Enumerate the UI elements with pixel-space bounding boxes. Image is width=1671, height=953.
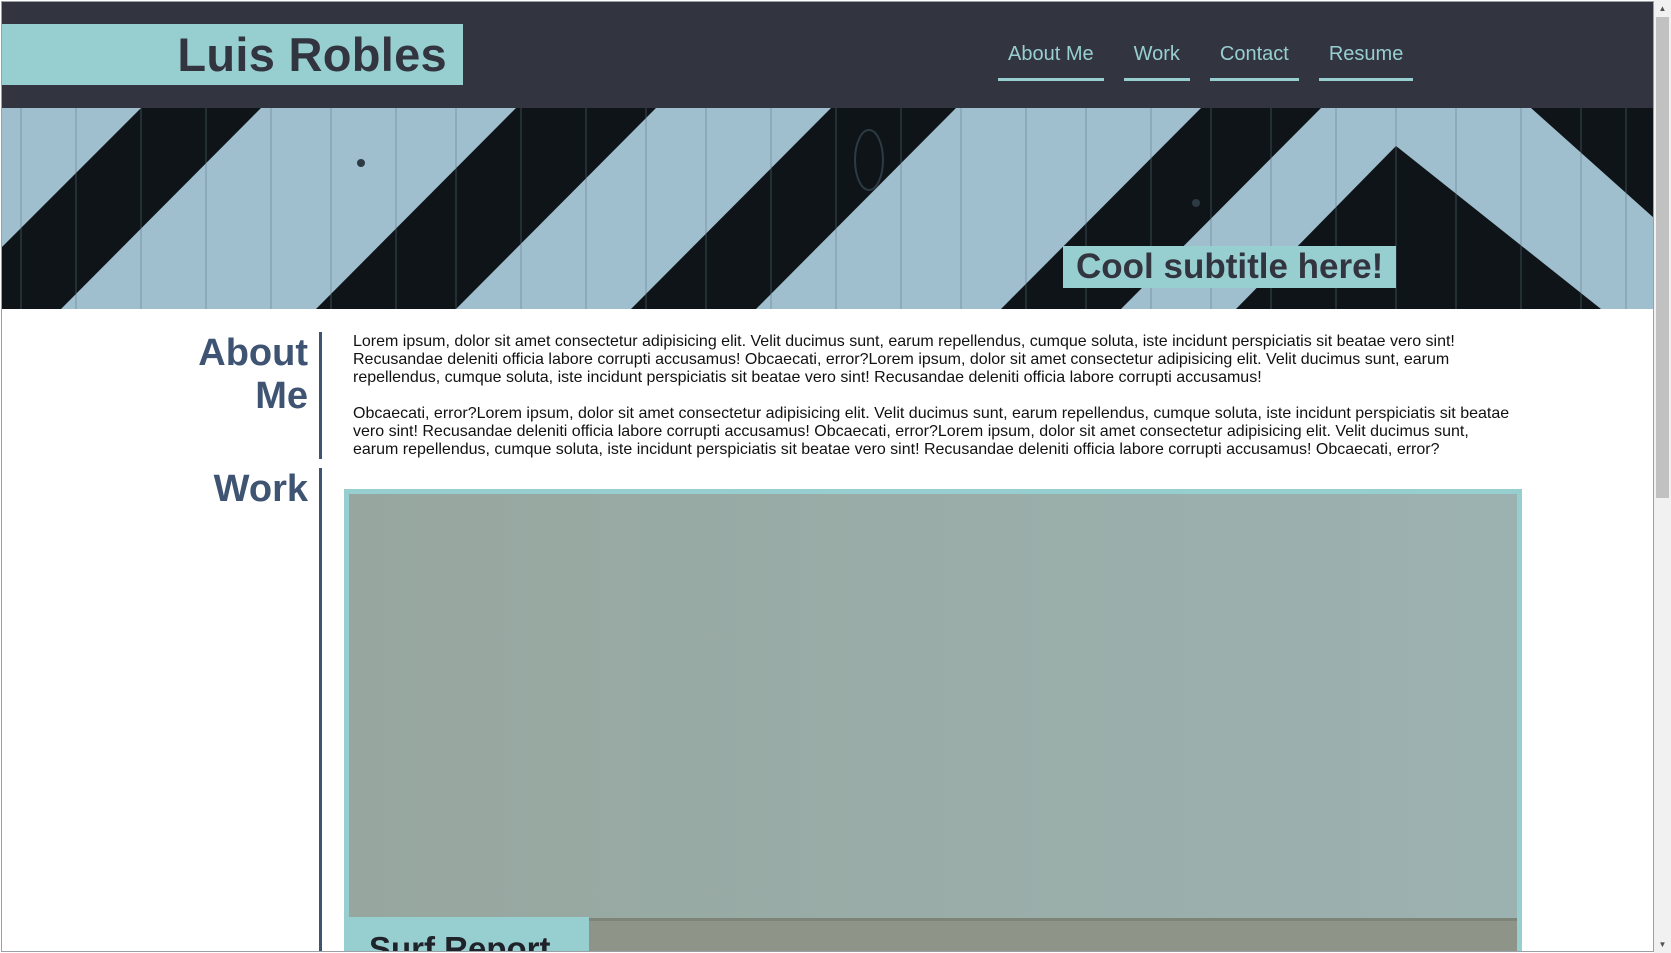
nav-link-contact[interactable]: Contact	[1209, 37, 1299, 81]
project-screenshot-image	[349, 494, 1517, 952]
site-header: Luis Robles About Me Work Contact Resume	[1, 1, 1654, 108]
project-title: Surf Report	[349, 917, 589, 952]
hero-striped-wood-image	[1, 108, 1654, 309]
vertical-scrollbar[interactable]: ▲ ▼	[1654, 0, 1671, 953]
work-divider	[319, 468, 322, 952]
project-card-surf-report[interactable]: Surf Report	[344, 489, 1522, 952]
about-text: Lorem ipsum, dolor sit amet consectetur …	[353, 333, 1513, 477]
site-title[interactable]: Luis Robles	[177, 27, 447, 82]
hero-subtitle: Cool subtitle here!	[1063, 246, 1397, 288]
scroll-down-arrow-icon[interactable]: ▼	[1654, 936, 1671, 953]
scroll-up-arrow-icon[interactable]: ▲	[1654, 0, 1671, 17]
nav-link-about-me[interactable]: About Me	[998, 37, 1104, 81]
about-paragraph: Obcaecati, error?Lorem ipsum, dolor sit …	[353, 405, 1510, 458]
hero-banner: Cool subtitle here!	[1, 108, 1654, 309]
about-section-title: About Me	[198, 332, 308, 417]
main-nav: About Me Work Contact Resume	[998, 37, 1414, 81]
browser-viewport: Luis Robles About Me Work Contact Resume	[1, 1, 1654, 952]
nav-link-work[interactable]: Work	[1123, 37, 1190, 81]
about-paragraph: Lorem ipsum, dolor sit amet consectetur …	[353, 333, 1455, 386]
scrollbar-thumb[interactable]	[1656, 17, 1669, 498]
about-divider	[319, 332, 322, 459]
brand-banner: Luis Robles	[1, 24, 463, 85]
nav-link-resume[interactable]: Resume	[1318, 37, 1414, 81]
work-section-title: Work	[213, 468, 308, 510]
